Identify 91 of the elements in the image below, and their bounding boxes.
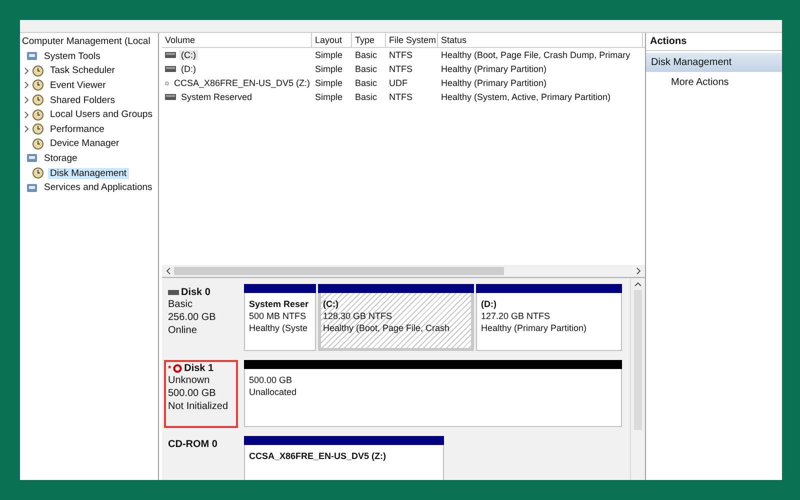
column-header[interactable]: Volume <box>162 33 312 47</box>
scroll-right-icon[interactable] <box>636 267 642 275</box>
partition-label: (D:) <box>481 298 498 310</box>
chevron-icon[interactable] <box>24 66 30 75</box>
column-header[interactable]: Status <box>438 33 643 47</box>
vertical-scrollbar[interactable] <box>630 278 645 480</box>
table-cell: Healthy (System, Active, Primary Partition) <box>441 92 611 102</box>
chevron-icon[interactable] <box>24 81 30 90</box>
horizontal-scrollbar[interactable] <box>162 265 645 277</box>
partition-label: System Reser <box>249 298 310 310</box>
disk-name: Disk 1 <box>184 363 214 374</box>
tree-item[interactable]: Event Viewer <box>48 80 108 91</box>
drive-label[interactable]: (C:) <box>179 50 198 60</box>
chevron-icon[interactable] <box>24 110 30 119</box>
tree-node-icon <box>32 123 44 136</box>
table-cell: Simple <box>315 64 343 74</box>
table-cell: Healthy (Primary Partition) <box>441 78 547 88</box>
tree-node-icon <box>32 94 44 106</box>
table-cell: Basic <box>355 64 378 74</box>
tree-node-icon <box>32 138 44 150</box>
more-actions-link[interactable]: More Actions <box>646 72 782 88</box>
partition-block[interactable]: 500.00 GB Unallocated <box>244 369 622 427</box>
column-header[interactable]: Type <box>352 33 386 47</box>
partition-status: Unallocated <box>249 386 298 398</box>
table-cell: Basic <box>355 92 378 102</box>
tree-item[interactable]: Disk Management <box>48 168 129 179</box>
warning-circle-icon <box>173 364 182 373</box>
actions-title: Actions <box>646 33 782 51</box>
partition-size: 500.00 GB <box>249 374 294 386</box>
partition-status: Healthy (Boot, Page File, Crash <box>323 322 451 334</box>
scroll-up-icon[interactable] <box>634 281 642 287</box>
tree-node-icon <box>32 167 44 180</box>
tree-node-icon <box>26 182 38 194</box>
partition-label: CCSA_X86FRE_EN-US_DV5 (Z:) <box>249 450 388 462</box>
disk-detail: 500.00 GB <box>168 387 217 400</box>
tree-item[interactable]: Computer Management (Local <box>20 35 158 49</box>
tree-item[interactable]: Services and Applications <box>42 182 154 194</box>
table-cell: NTFS <box>389 92 412 102</box>
disk-name: CD-ROM 0 <box>168 439 218 450</box>
disk-detail: Unknown <box>168 374 211 387</box>
drive-icon <box>165 66 176 72</box>
tree-item[interactable]: Local Users and Groups <box>48 109 154 120</box>
table-cell: Simple <box>315 92 343 102</box>
drive-icon <box>168 290 179 295</box>
table-cell: NTFS <box>389 50 412 60</box>
disk-detail: 256.00 GB <box>168 311 217 324</box>
drive-label[interactable]: CCSA_X86FRE_EN-US_DV5 (Z:) <box>172 78 312 88</box>
table-cell: Simple <box>315 50 343 60</box>
table-cell: Healthy (Boot, Page File, Crash Dump, Primary <box>441 50 630 60</box>
tree-item[interactable]: Shared Folders <box>48 94 117 106</box>
drive-label[interactable]: (D:) <box>179 64 198 74</box>
table-cell: Basic <box>355 78 378 88</box>
partition-size: 127.20 GB NTFS <box>481 310 552 322</box>
tree-node-icon <box>32 64 44 77</box>
drive-label[interactable]: System Reserved <box>179 92 254 102</box>
disk-detail: Basic <box>168 298 194 311</box>
table-cell: UDF <box>389 78 408 88</box>
drive-icon <box>165 94 176 100</box>
table-cell: NTFS <box>389 64 412 74</box>
drive-icon <box>165 52 176 58</box>
partition-block[interactable]: System Reser 500 MB NTFS Healthy (Syste <box>244 293 316 351</box>
column-header[interactable]: File System <box>386 33 438 47</box>
partition-block[interactable]: (C:) 128.30 GB NTFS Healthy (Boot, Page File, Crash <box>318 293 474 351</box>
tree-item[interactable]: Storage <box>42 152 80 164</box>
column-header[interactable]: Layout <box>312 33 352 47</box>
tree-node-icon <box>32 79 44 92</box>
tree-node-icon <box>32 108 44 121</box>
partition-status: Healthy (Primary Partition) <box>481 322 588 334</box>
tree-item[interactable]: Task Scheduler <box>48 65 117 76</box>
actions-section-header[interactable]: Disk Management <box>646 53 782 72</box>
disk-detail: Not Initialized <box>168 400 230 413</box>
tree-node-icon <box>26 50 38 62</box>
partition-size: 500 MB NTFS <box>249 310 308 322</box>
scroll-left-icon[interactable] <box>165 267 171 275</box>
partition-label: (C:) <box>323 298 340 310</box>
chevron-icon[interactable] <box>24 125 30 134</box>
tree-item[interactable]: Device Manager <box>48 138 122 150</box>
table-cell: Basic <box>355 50 378 60</box>
tree-item[interactable]: Performance <box>48 124 106 135</box>
asterisk-mark: * <box>168 364 172 373</box>
partition-size: 128.30 GB NTFS <box>323 310 394 322</box>
partition-block[interactable]: CCSA_X86FRE_EN-US_DV5 (Z:) <box>244 445 444 480</box>
chevron-icon[interactable] <box>24 96 30 104</box>
partition-block[interactable]: (D:) 127.20 GB NTFS Healthy (Primary Partition) <box>476 293 622 351</box>
disk-name: Disk 0 <box>181 287 210 298</box>
disk-detail: Online <box>168 324 198 337</box>
partition-status: Healthy (Syste <box>249 322 309 334</box>
tree-item[interactable]: System Tools <box>42 50 102 62</box>
tree-node-icon <box>26 152 38 164</box>
table-cell: Simple <box>315 78 343 88</box>
table-cell: Healthy (Primary Partition) <box>441 64 547 74</box>
